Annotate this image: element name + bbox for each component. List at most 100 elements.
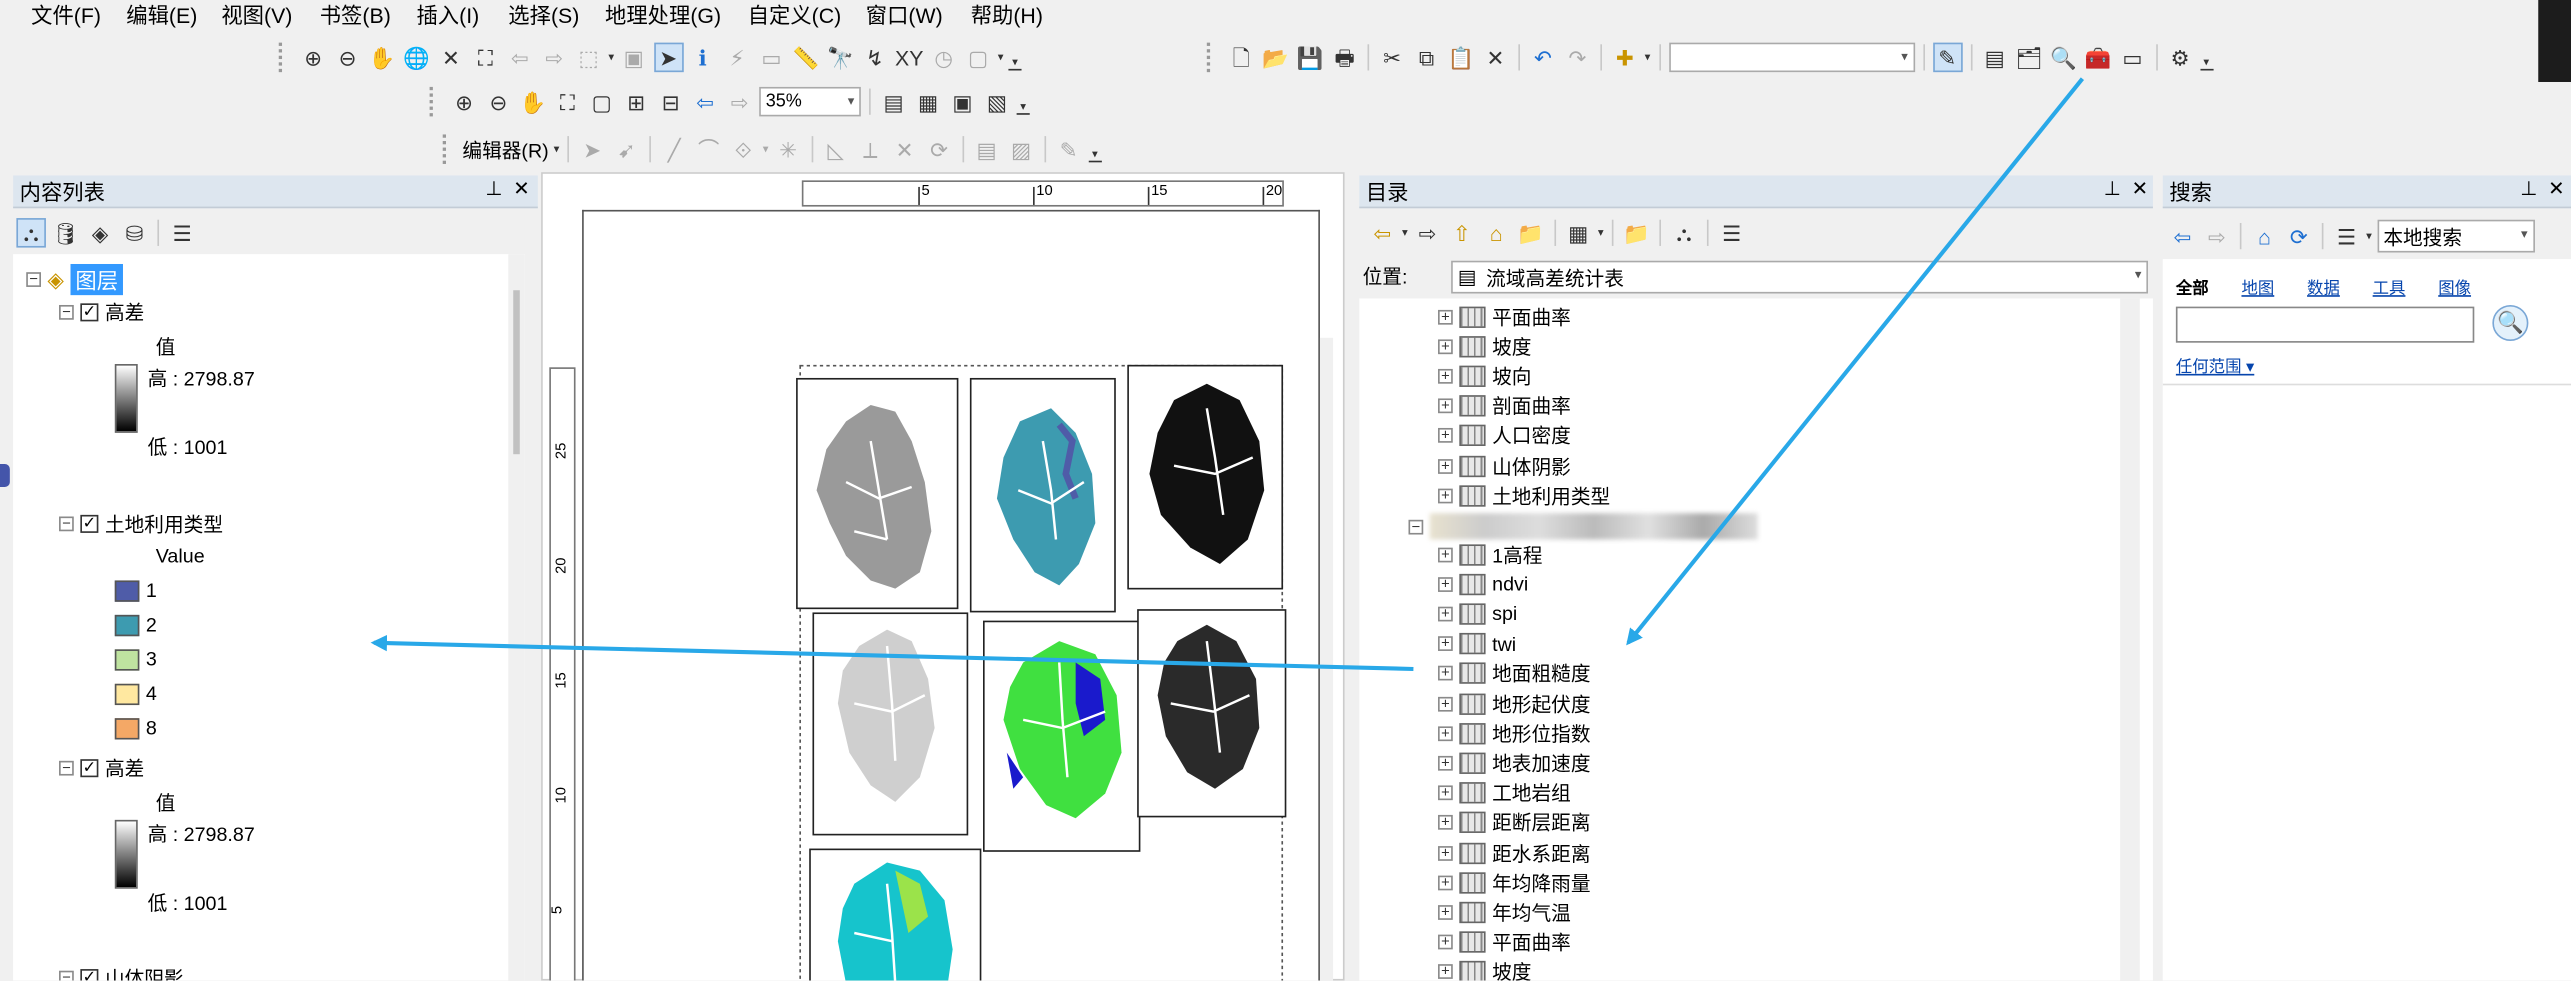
expand-icon[interactable]: + — [1438, 368, 1453, 384]
collapse-icon[interactable]: − — [26, 271, 41, 287]
expand-icon[interactable]: + — [1438, 665, 1453, 681]
catalog-pin-icon[interactable]: ⊥ — [2104, 177, 2121, 200]
expand-icon[interactable]: + — [1438, 874, 1453, 890]
time-slider-icon[interactable]: ◷ — [929, 43, 959, 73]
viewer-window-icon[interactable]: ▢ — [963, 43, 993, 73]
data-frame-1[interactable] — [796, 377, 959, 610]
layout-scrollbar[interactable] — [1319, 337, 1334, 981]
catalog-item[interactable]: + 山体阴影 — [1438, 451, 1571, 481]
views-icon[interactable]: ▦ — [1563, 218, 1593, 248]
zoom-whole-page-icon[interactable]: ⛶ — [553, 87, 583, 117]
expand-icon[interactable]: + — [1438, 576, 1453, 592]
layout-zoom-out-icon[interactable]: ⊖ — [484, 87, 514, 117]
expand-icon[interactable]: + — [1438, 934, 1453, 950]
new-folder-icon[interactable]: 📁 — [1622, 218, 1652, 248]
straight-segment-icon[interactable]: ╱ — [659, 134, 689, 164]
search-forward-icon[interactable]: ⇨ — [2202, 221, 2232, 251]
catalog-item[interactable]: + 坡度 — [1438, 332, 1532, 362]
menu-customize[interactable]: 自定义(C) — [748, 0, 842, 30]
go-forward-extent-icon[interactable]: ⇨ — [725, 87, 755, 117]
cut-icon[interactable]: ✂ — [1377, 43, 1407, 73]
fixed-zoom-in-layout-icon[interactable]: ⊞ — [621, 87, 651, 117]
data-frame-5[interactable] — [983, 620, 1141, 852]
class-swatch[interactable] — [114, 682, 140, 705]
search-tab-maps[interactable]: 地图 — [2241, 274, 2274, 298]
data-frame-3[interactable] — [1127, 364, 1284, 590]
find-icon[interactable]: 🔭 — [826, 43, 856, 73]
python-window-icon[interactable]: ▭ — [2118, 43, 2148, 73]
expand-icon[interactable]: + — [1438, 844, 1453, 861]
toggle-draft-mode-icon[interactable]: ▤ — [879, 87, 909, 117]
toc-scrollbar[interactable] — [508, 254, 525, 981]
toolbar-grip[interactable] — [278, 42, 287, 73]
identify-icon[interactable]: ℹ — [688, 43, 718, 73]
catalog-item[interactable]: + 工地岩组 — [1438, 778, 1571, 808]
focus-data-frame-icon[interactable]: ▦ — [913, 87, 943, 117]
search-go-icon[interactable]: 🔍 — [2492, 304, 2529, 342]
undo-icon[interactable]: ↶ — [1528, 43, 1558, 73]
editor-menu[interactable]: 编辑器(R) — [462, 135, 548, 163]
expand-icon[interactable]: + — [1438, 964, 1453, 980]
measure-icon[interactable]: 📏 — [791, 43, 821, 73]
expand-icon[interactable]: + — [1438, 398, 1453, 414]
back-icon[interactable]: ⇦ — [1368, 218, 1398, 248]
toc-pin-icon[interactable]: ⊥ — [485, 177, 502, 200]
home-icon[interactable]: ⌂ — [1481, 218, 1511, 248]
expand-icon[interactable]: + — [1438, 487, 1453, 503]
catalog-item[interactable]: + 距水系距离 — [1438, 838, 1591, 868]
layout-zoom-in-icon[interactable]: ⊕ — [449, 87, 479, 117]
expand-icon[interactable]: + — [1438, 755, 1453, 771]
search-pin-icon[interactable]: ⊥ — [2520, 177, 2537, 200]
expand-icon[interactable]: + — [1438, 904, 1453, 920]
catalog-item[interactable]: + 年均气温 — [1438, 898, 1571, 928]
catalog-window-icon[interactable]: 🗂 — [2014, 43, 2044, 73]
catalog-item[interactable]: + ndvi — [1438, 569, 1528, 599]
layout-pan-icon[interactable]: ✋ — [518, 87, 548, 117]
open-icon[interactable]: 📂 — [1261, 43, 1291, 73]
search-tab-images[interactable]: 图像 — [2438, 274, 2471, 298]
layout-view[interactable]: 5 10 15 20 25 20 15 10 5 — [541, 172, 1345, 981]
fixed-zoom-in-icon[interactable]: ✕ — [436, 43, 466, 73]
search-home-icon[interactable]: ⌂ — [2250, 221, 2280, 251]
data-frame-2[interactable] — [969, 377, 1116, 613]
select-features-icon[interactable]: ⬚ — [574, 43, 604, 73]
toc-close-icon[interactable]: ✕ — [513, 177, 529, 200]
rotate-icon[interactable]: ⟳ — [924, 134, 954, 164]
search-close-icon[interactable]: ✕ — [2548, 177, 2564, 200]
pan-icon[interactable]: ✋ — [367, 43, 397, 73]
zoom-100-icon[interactable]: ▢ — [587, 87, 617, 117]
select-elements-icon[interactable]: ➤ — [653, 42, 683, 73]
catalog-item[interactable]: + 坡向 — [1438, 361, 1532, 391]
edit-annotation-icon[interactable]: ➹ — [612, 134, 642, 164]
layer-checkbox[interactable]: ✓ — [80, 514, 99, 533]
catalog-item[interactable]: + 平面曲率 — [1438, 927, 1571, 957]
menu-file[interactable]: 文件(F) — [31, 0, 101, 30]
model-builder-icon[interactable]: ⚙ — [2165, 43, 2195, 73]
catalog-item[interactable]: + spi — [1438, 599, 1517, 629]
clear-selection-icon[interactable]: ▣ — [619, 43, 649, 73]
map-scale-combo[interactable]: ▾ — [1668, 42, 1915, 73]
toolbar-grip[interactable] — [442, 134, 451, 164]
layer-checkbox[interactable]: ✓ — [80, 969, 99, 981]
toolbar-options-icon[interactable]: ▾ — [1008, 45, 1022, 70]
catalog-item[interactable]: + 剖面曲率 — [1438, 391, 1571, 421]
zoom-out-icon[interactable]: ⊖ — [333, 43, 363, 73]
sketch-properties-icon[interactable]: ▨ — [1006, 134, 1036, 164]
new-document-icon[interactable]: 🗋 — [1226, 43, 1256, 73]
catalog-item[interactable]: + 地形起伏度 — [1438, 689, 1591, 719]
menu-insert[interactable]: 插入(I) — [416, 0, 479, 30]
layer-checkbox[interactable]: ✓ — [80, 759, 99, 778]
collapse-icon[interactable]: − — [59, 970, 74, 981]
data-frame-6[interactable] — [1137, 609, 1287, 818]
search-tab-tools[interactable]: 工具 — [2373, 274, 2406, 298]
catalog-item[interactable]: + 地形位指数 — [1438, 718, 1591, 748]
reshape-icon[interactable]: ⟂ — [855, 134, 885, 164]
menu-bookmarks[interactable]: 书签(B) — [320, 0, 391, 30]
toolbar-grip[interactable] — [1206, 42, 1215, 73]
list-by-source-icon[interactable]: 🛢 — [51, 218, 81, 248]
fixed-zoom-out-layout-icon[interactable]: ⊟ — [656, 87, 686, 117]
toolbar-options-icon[interactable]: ▾ — [2199, 45, 2213, 70]
menu-selection[interactable]: 选择(S) — [508, 0, 579, 30]
menu-edit[interactable]: 编辑(E) — [126, 0, 197, 30]
hyperlink-icon[interactable]: ⚡ — [722, 43, 752, 73]
